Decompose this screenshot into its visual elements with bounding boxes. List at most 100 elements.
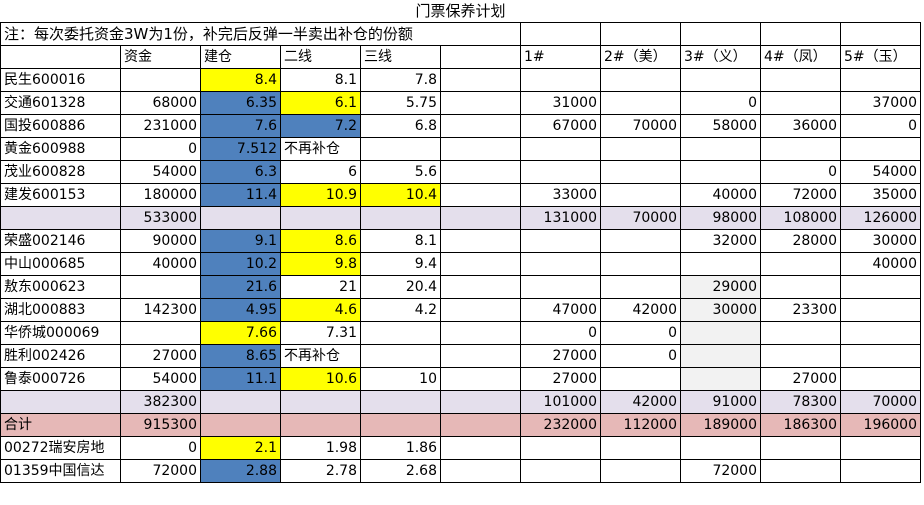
data-cell[interactable]	[280, 206, 361, 230]
data-cell[interactable]: 126000	[840, 206, 921, 230]
data-cell[interactable]: 37000	[840, 91, 921, 115]
data-cell[interactable]	[440, 229, 521, 253]
data-cell[interactable]: 70000	[840, 390, 921, 414]
data-cell[interactable]: 27000	[120, 344, 201, 368]
row-label[interactable]: 荣盛002146	[0, 229, 121, 253]
data-cell[interactable]	[840, 436, 921, 460]
data-cell[interactable]: 6.1	[280, 91, 361, 115]
data-cell[interactable]: 6.8	[360, 114, 441, 138]
data-cell[interactable]	[440, 298, 521, 322]
data-cell[interactable]: 0	[600, 321, 681, 345]
data-cell[interactable]	[600, 459, 681, 483]
data-cell[interactable]	[840, 275, 921, 299]
data-cell[interactable]: 2.88	[200, 459, 281, 483]
column-header[interactable]	[0, 45, 121, 69]
data-cell[interactable]: 8.1	[360, 229, 441, 253]
row-label[interactable]: 敖东000623	[0, 275, 121, 299]
data-cell[interactable]: 21	[280, 275, 361, 299]
data-cell[interactable]: 1.98	[280, 436, 361, 460]
data-cell[interactable]: 54000	[120, 367, 201, 391]
data-cell[interactable]	[600, 367, 681, 391]
data-cell[interactable]	[760, 252, 841, 276]
data-cell[interactable]	[680, 160, 761, 184]
data-cell[interactable]: 0	[760, 160, 841, 184]
data-cell[interactable]: 0	[840, 114, 921, 138]
data-cell[interactable]: 101000	[520, 390, 601, 414]
data-cell[interactable]	[600, 252, 681, 276]
data-cell[interactable]: 5.75	[360, 91, 441, 115]
data-cell[interactable]	[760, 459, 841, 483]
data-cell[interactable]	[680, 321, 761, 345]
data-cell[interactable]: 70000	[600, 206, 681, 230]
data-cell[interactable]: 4.95	[200, 298, 281, 322]
data-cell[interactable]	[440, 275, 521, 299]
column-header[interactable]: 2#（美）	[600, 45, 681, 69]
data-cell[interactable]: 11.1	[200, 367, 281, 391]
data-cell[interactable]: 7.6	[200, 114, 281, 138]
data-cell[interactable]: 10.2	[200, 252, 281, 276]
data-cell[interactable]	[840, 137, 921, 161]
data-cell[interactable]	[440, 252, 521, 276]
row-label[interactable]: 中山000685	[0, 252, 121, 276]
data-cell[interactable]: 2.78	[280, 459, 361, 483]
row-label[interactable]: 华侨城000069	[0, 321, 121, 345]
data-cell[interactable]	[520, 436, 601, 460]
data-cell[interactable]: 131000	[520, 206, 601, 230]
data-cell[interactable]: 70000	[600, 114, 681, 138]
data-cell[interactable]: 8.4	[200, 68, 281, 92]
data-cell[interactable]	[200, 413, 281, 437]
data-cell[interactable]	[520, 459, 601, 483]
data-cell[interactable]	[440, 413, 521, 437]
data-cell[interactable]	[200, 206, 281, 230]
data-cell[interactable]: 27000	[760, 367, 841, 391]
data-cell[interactable]: 72000	[120, 459, 201, 483]
column-header[interactable]	[440, 45, 521, 69]
data-cell[interactable]: 不再补仓	[280, 344, 361, 368]
data-cell[interactable]	[840, 298, 921, 322]
data-cell[interactable]	[440, 206, 521, 230]
data-cell[interactable]: 915300	[120, 413, 201, 437]
data-cell[interactable]	[680, 252, 761, 276]
data-cell[interactable]: 23300	[760, 298, 841, 322]
data-cell[interactable]	[760, 91, 841, 115]
column-header[interactable]: 5#（玉）	[840, 45, 921, 69]
data-cell[interactable]	[600, 160, 681, 184]
data-cell[interactable]: 231000	[120, 114, 201, 138]
data-cell[interactable]: 9.4	[360, 252, 441, 276]
data-cell[interactable]	[360, 206, 441, 230]
data-cell[interactable]: 6.3	[200, 160, 281, 184]
data-cell[interactable]: 21.6	[200, 275, 281, 299]
data-cell[interactable]: 72000	[680, 459, 761, 483]
data-cell[interactable]	[360, 321, 441, 345]
data-cell[interactable]: 7.66	[200, 321, 281, 345]
data-cell[interactable]	[680, 137, 761, 161]
data-cell[interactable]: 8.6	[280, 229, 361, 253]
data-cell[interactable]: 27000	[520, 367, 601, 391]
data-cell[interactable]: 7.8	[360, 68, 441, 92]
empty-cell[interactable]	[840, 22, 921, 46]
data-cell[interactable]: 28000	[760, 229, 841, 253]
data-cell[interactable]: 30000	[680, 298, 761, 322]
data-cell[interactable]	[680, 367, 761, 391]
data-cell[interactable]: 40000	[680, 183, 761, 207]
data-cell[interactable]: 8.1	[280, 68, 361, 92]
data-cell[interactable]: 47000	[520, 298, 601, 322]
row-label[interactable]: 01359中国信达	[0, 459, 121, 483]
data-cell[interactable]: 196000	[840, 413, 921, 437]
data-cell[interactable]	[440, 459, 521, 483]
row-label[interactable]: 鲁泰000726	[0, 367, 121, 391]
data-cell[interactable]: 186300	[760, 413, 841, 437]
row-label[interactable]: 湖北000883	[0, 298, 121, 322]
data-cell[interactable]	[440, 160, 521, 184]
data-cell[interactable]	[440, 367, 521, 391]
data-cell[interactable]: 0	[120, 137, 201, 161]
data-cell[interactable]	[440, 390, 521, 414]
data-cell[interactable]	[600, 91, 681, 115]
data-cell[interactable]: 180000	[120, 183, 201, 207]
data-cell[interactable]	[760, 436, 841, 460]
data-cell[interactable]: 2.68	[360, 459, 441, 483]
row-label[interactable]: 交通601328	[0, 91, 121, 115]
data-cell[interactable]: 11.4	[200, 183, 281, 207]
data-cell[interactable]	[440, 321, 521, 345]
data-cell[interactable]: 8.65	[200, 344, 281, 368]
